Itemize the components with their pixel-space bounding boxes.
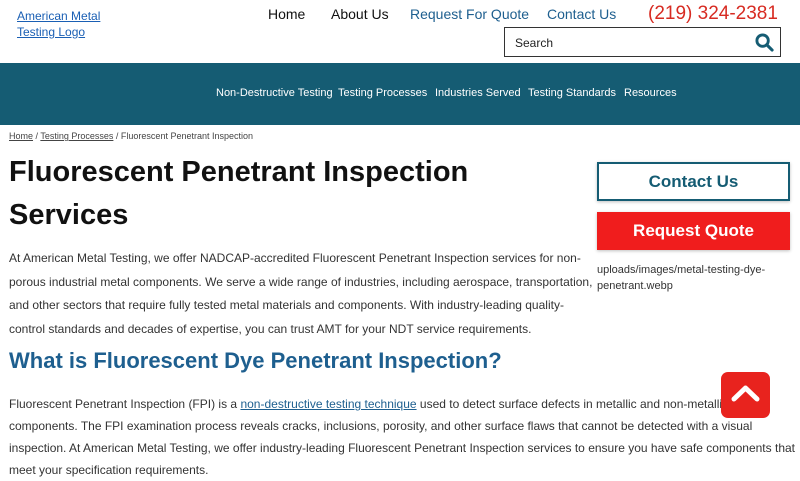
broken-image-alt-text: uploads/images/metal-testing-dye-penetra… bbox=[597, 264, 766, 292]
ndt-technique-link[interactable]: non-destructive testing technique bbox=[240, 397, 416, 411]
breadcrumb-home[interactable]: Home bbox=[9, 131, 33, 141]
request-quote-button[interactable]: Request Quote bbox=[597, 212, 790, 250]
fpi-description-paragraph: Fluorescent Penetrant Inspection (FPI) i… bbox=[9, 393, 799, 481]
nav-request-for-quote[interactable]: Request For Quote bbox=[410, 6, 529, 22]
scroll-to-top-button[interactable] bbox=[721, 372, 770, 418]
search-icon[interactable] bbox=[755, 33, 774, 57]
chevron-up-icon bbox=[731, 385, 760, 402]
phone-number[interactable]: (219) 324-2381 bbox=[648, 3, 778, 25]
nav-about-us[interactable]: About Us bbox=[331, 6, 389, 22]
page-title: Fluorescent Penetrant Inspection Service… bbox=[9, 156, 469, 231]
logo-link[interactable]: American Metal Testing Logo bbox=[17, 8, 127, 40]
nav-item-resources[interactable]: Resources bbox=[624, 87, 677, 99]
breadcrumb: Home / Testing Processes / Fluorescent P… bbox=[9, 131, 253, 141]
breadcrumb-testing-processes[interactable]: Testing Processes bbox=[40, 131, 113, 141]
breadcrumb-separator: / bbox=[113, 131, 121, 141]
contact-us-button[interactable]: Contact Us bbox=[597, 162, 790, 201]
nav-item-non-destructive-testing[interactable]: Non-Destructive Testing bbox=[216, 87, 333, 99]
search-bar[interactable]: Search bbox=[504, 27, 781, 57]
nav-item-testing-standards[interactable]: Testing Standards bbox=[528, 87, 616, 99]
intro-paragraph: At American Metal Testing, we offer NADC… bbox=[9, 251, 593, 336]
section-heading: What is Fluorescent Dye Penetrant Inspec… bbox=[9, 348, 502, 373]
nav-home[interactable]: Home bbox=[268, 6, 305, 22]
search-input[interactable]: Search bbox=[515, 36, 553, 50]
nav-contact-us[interactable]: Contact Us bbox=[547, 6, 616, 22]
breadcrumb-current: Fluorescent Penetrant Inspection bbox=[120, 131, 253, 141]
paragraph-text: Fluorescent Penetrant Inspection (FPI) i… bbox=[9, 397, 241, 411]
nav-item-industries-served[interactable]: Industries Served bbox=[435, 87, 521, 99]
nav-item-testing-processes[interactable]: Testing Processes bbox=[338, 87, 427, 99]
